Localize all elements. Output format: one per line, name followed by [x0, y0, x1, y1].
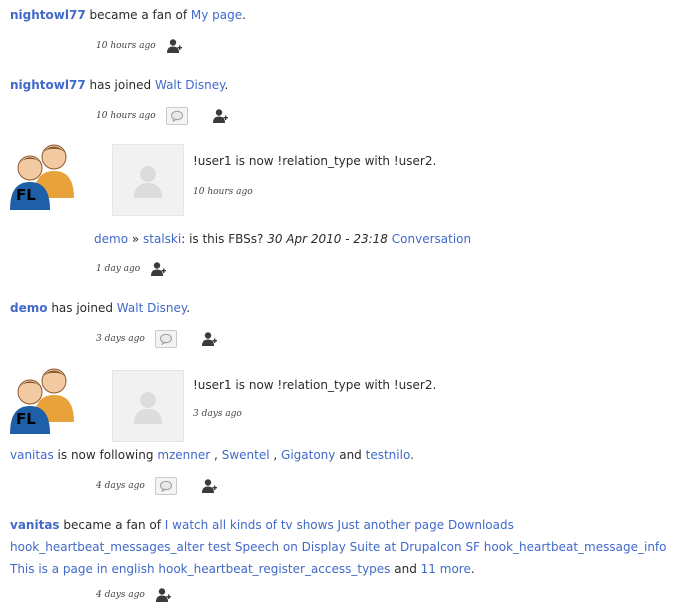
avatar-initials: FL: [16, 410, 36, 428]
punctuation: .: [186, 301, 191, 315]
activity-meta: 10 hours ago: [96, 37, 182, 55]
avatar-placeholder-icon[interactable]: [112, 370, 184, 442]
activity-message: nightowl77 became a fan of My page.: [10, 6, 246, 24]
activity-verb: has joined: [89, 78, 152, 92]
activity-verb: is now following: [57, 448, 154, 462]
username-link[interactable]: vanitas: [10, 448, 54, 462]
timestamp: 4 days ago: [96, 481, 145, 491]
activity-feed: nightowl77 became a fan of My page. 10 h…: [0, 0, 675, 608]
followed-user-link[interactable]: testnilo: [366, 448, 410, 462]
timestamp: 1 day ago: [96, 264, 141, 274]
comment-icon[interactable]: [165, 107, 188, 125]
activity-meta: 4 days ago: [96, 586, 171, 604]
username-link[interactable]: nightowl77: [10, 8, 86, 22]
username-link[interactable]: vanitas: [10, 518, 60, 532]
arrow: »: [131, 232, 140, 246]
relation-text: !user1 is now !relation_type with !user2…: [193, 154, 437, 168]
activity-verb: became a fan of: [89, 8, 188, 22]
target-link[interactable]: Walt Disney: [155, 78, 225, 92]
message-date: 30 Apr 2010 - 23:18: [267, 232, 388, 246]
activity-message: nightowl77 has joined Walt Disney.: [10, 76, 228, 94]
conversation-message: demo » stalski: is this FBSs? 30 Apr 201…: [94, 230, 471, 248]
conjunction: and: [339, 448, 362, 462]
followed-user-link[interactable]: Swentel: [222, 448, 270, 462]
activity-verb: has joined: [51, 301, 113, 315]
activity-meta: 1 day ago: [96, 260, 166, 278]
friends-group-icon: FL: [8, 140, 80, 212]
activity-message: demo has joined Walt Disney.: [10, 299, 190, 317]
activity-meta: 3 days ago: [96, 330, 217, 348]
separator: ,: [273, 448, 278, 462]
activity-meta: 10 hours ago: [96, 107, 228, 125]
avatar-placeholder-icon[interactable]: [112, 144, 184, 216]
username-link[interactable]: demo: [10, 301, 47, 315]
target-link[interactable]: Walt Disney: [117, 301, 187, 315]
punctuation: .: [242, 8, 246, 22]
recipient-link[interactable]: stalski: [143, 232, 181, 246]
activity-meta: 10 hours ago: [193, 183, 253, 201]
punctuation: .: [470, 562, 475, 576]
punctuation: .: [224, 78, 229, 92]
avatar-initials: FL: [16, 186, 36, 204]
followed-user-link[interactable]: Gigatony: [281, 448, 335, 462]
conversation-link[interactable]: Conversation: [392, 232, 471, 246]
add-user-icon[interactable]: [166, 38, 182, 54]
conjunction: and: [394, 562, 417, 576]
separator: ,: [214, 448, 218, 462]
more-link[interactable]: 11 more: [421, 562, 471, 576]
sender-link[interactable]: demo: [94, 232, 128, 246]
comment-icon[interactable]: [154, 330, 177, 348]
followed-user-link[interactable]: mzenner: [157, 448, 210, 462]
add-user-icon[interactable]: [201, 331, 217, 347]
timestamp: 10 hours ago: [96, 41, 156, 51]
timestamp: 3 days ago: [193, 409, 242, 419]
timestamp: 10 hours ago: [96, 111, 156, 121]
timestamp: 4 days ago: [96, 590, 145, 600]
add-user-icon[interactable]: [155, 587, 171, 603]
username-link[interactable]: nightowl77: [10, 78, 86, 92]
relation-text: !user1 is now !relation_type with !user2…: [193, 378, 437, 392]
activity-meta: 4 days ago: [96, 477, 217, 495]
timestamp: 3 days ago: [96, 334, 145, 344]
add-user-icon[interactable]: [201, 478, 217, 494]
add-user-icon[interactable]: [212, 108, 228, 124]
activity-verb: became a fan of: [63, 518, 161, 532]
activity-message: vanitas became a fan of I watch all kind…: [10, 514, 670, 580]
activity-meta: 3 days ago: [193, 405, 242, 423]
target-link[interactable]: My page: [191, 8, 242, 22]
activity-message: vanitas is now following mzenner , Swent…: [10, 446, 414, 464]
message-text: : is this FBSs?: [181, 232, 264, 246]
timestamp: 10 hours ago: [193, 187, 253, 197]
comment-icon[interactable]: [154, 477, 177, 495]
punctuation: .: [410, 448, 414, 462]
friends-group-icon: FL: [8, 364, 80, 436]
add-user-icon[interactable]: [150, 261, 166, 277]
